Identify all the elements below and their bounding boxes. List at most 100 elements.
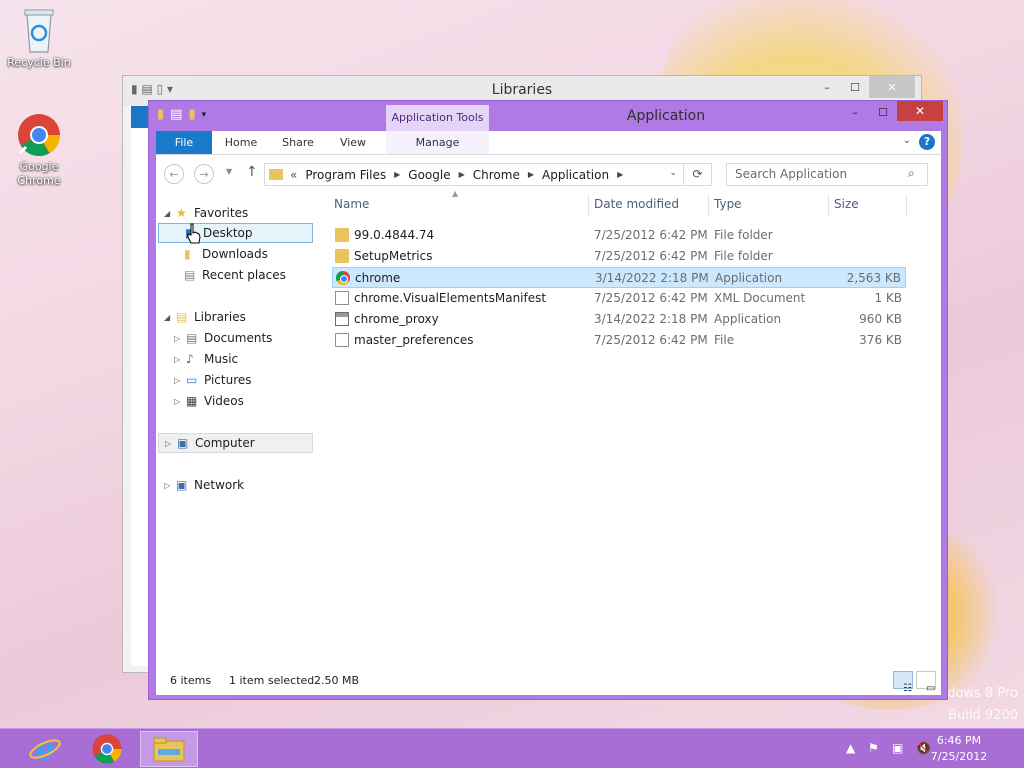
- file-type: Application: [714, 312, 782, 326]
- refresh-icon[interactable]: ⟳: [683, 164, 711, 185]
- breadcrumb-item[interactable]: Application: [542, 168, 609, 182]
- breadcrumb-separator-icon[interactable]: ▶: [394, 170, 400, 179]
- address-dropdown-icon[interactable]: ⌄: [669, 168, 677, 178]
- column-divider[interactable]: [906, 195, 907, 217]
- recent-locations-icon[interactable]: ▼: [226, 167, 232, 176]
- file-date: 3/14/2022 2:18 PM: [595, 271, 709, 285]
- nav-label: Network: [194, 478, 245, 492]
- close-button[interactable]: ✕: [869, 76, 915, 98]
- help-icon[interactable]: ?: [919, 134, 935, 150]
- tab-home[interactable]: Home: [216, 131, 266, 154]
- column-header-date-modified[interactable]: Date modified: [594, 197, 679, 211]
- nav-item-music[interactable]: ▷ ♪ Music: [174, 349, 238, 369]
- nav-label: Desktop: [203, 226, 253, 240]
- file-name: chrome.VisualElementsManifest: [354, 291, 547, 305]
- collapse-arrow-icon[interactable]: ▷: [174, 355, 186, 364]
- expand-arrow-icon[interactable]: ◢: [164, 313, 176, 322]
- maximize-button[interactable]: ☐: [841, 76, 869, 98]
- folder-icon: [335, 249, 349, 263]
- column-header-name[interactable]: Name: [334, 197, 369, 211]
- taskbar-file-explorer[interactable]: [140, 731, 198, 767]
- breadcrumb-item[interactable]: Program Files: [305, 168, 386, 182]
- minimize-button[interactable]: –: [841, 101, 869, 123]
- ribbon-expand-icon[interactable]: ⌄: [903, 135, 911, 146]
- nav-item-desktop[interactable]: ▮ Desktop: [158, 223, 313, 243]
- nav-item-documents[interactable]: ▷ ▤ Documents: [174, 328, 272, 348]
- nav-computer[interactable]: ▷ ▣ Computer: [158, 433, 313, 453]
- maximize-button[interactable]: ☐: [869, 101, 897, 123]
- nav-label: Music: [204, 352, 239, 366]
- action-center-flag-icon[interactable]: ⚑: [868, 741, 879, 755]
- nav-libraries[interactable]: ◢ ▤ Libraries: [164, 307, 246, 327]
- table-row[interactable]: chrome_proxy 3/14/2022 2:18 PM Applicati…: [332, 309, 906, 330]
- file-date: 7/25/2012 6:42 PM: [594, 228, 708, 242]
- nav-item-pictures[interactable]: ▷ ▭ Pictures: [174, 370, 252, 390]
- navigation-pane: ◢ ★ Favorites ▮ Desktop ▮ Downloads ▤ Re…: [156, 191, 316, 665]
- column-divider[interactable]: [588, 195, 589, 217]
- column-divider[interactable]: [708, 195, 709, 217]
- application-window[interactable]: ▮ ▤ ▮ ▾ Application Tools Application – …: [148, 100, 948, 700]
- collapse-arrow-icon[interactable]: ▷: [174, 376, 186, 385]
- address-bar[interactable]: « Program Files ▶ Google ▶ Chrome ▶ Appl…: [264, 163, 712, 186]
- search-icon[interactable]: ⌕: [908, 166, 915, 181]
- file-name: 99.0.4844.74: [354, 228, 435, 242]
- nav-item-videos[interactable]: ▷ ▦ Videos: [174, 391, 244, 411]
- nav-item-downloads[interactable]: ▮ Downloads: [184, 244, 268, 264]
- arrow-left-icon: ←: [169, 167, 179, 181]
- system-clock[interactable]: 6:46 PM 7/25/2012: [924, 733, 994, 765]
- address-overflow[interactable]: «: [290, 168, 297, 182]
- large-icons-view-button[interactable]: ▭: [916, 671, 936, 694]
- breadcrumb-item[interactable]: Chrome: [473, 168, 520, 182]
- file-type: XML Document: [714, 291, 806, 305]
- details-view-button[interactable]: ☷: [893, 671, 913, 694]
- table-row[interactable]: SetupMetrics 7/25/2012 6:42 PM File fold…: [332, 246, 906, 267]
- chrome-icon: [92, 734, 122, 764]
- taskbar-internet-explorer[interactable]: e: [16, 731, 74, 767]
- close-button[interactable]: ✕: [897, 101, 943, 121]
- folder-icon: [335, 228, 349, 242]
- status-bar: 6 items 1 item selected 2.50 MB ☷ ▭: [156, 665, 941, 695]
- table-row[interactable]: master_preferences 7/25/2012 6:42 PM Fil…: [332, 330, 906, 351]
- breadcrumb-separator-icon[interactable]: ▶: [617, 170, 623, 179]
- search-input[interactable]: Search Application: [726, 163, 928, 186]
- network-status-icon[interactable]: ▣: [892, 741, 903, 755]
- sort-ascending-icon: ▲: [452, 189, 459, 198]
- nav-item-recent-places[interactable]: ▤ Recent places: [184, 265, 286, 285]
- show-hidden-icons-icon[interactable]: ▲: [846, 741, 855, 755]
- tab-share[interactable]: Share: [273, 131, 323, 154]
- collapse-arrow-icon[interactable]: ▷: [164, 481, 176, 490]
- file-type: File: [714, 333, 735, 347]
- breadcrumb-separator-icon[interactable]: ▶: [459, 170, 465, 179]
- column-header-type[interactable]: Type: [714, 197, 742, 211]
- up-button[interactable]: ↑: [246, 164, 258, 180]
- forward-button[interactable]: →: [194, 164, 214, 184]
- table-row-selected[interactable]: chrome 3/14/2022 2:18 PM Application 2,5…: [332, 267, 906, 288]
- column-header-size[interactable]: Size: [834, 197, 859, 211]
- tab-file[interactable]: File: [156, 131, 212, 154]
- desktop-icon-google-chrome[interactable]: Google Chrome: [2, 112, 76, 188]
- breadcrumb-separator-icon[interactable]: ▶: [528, 170, 534, 179]
- table-row[interactable]: chrome.VisualElementsManifest 7/25/2012 …: [332, 288, 906, 309]
- taskbar-google-chrome[interactable]: [78, 731, 136, 767]
- downloads-icon: ▮: [184, 247, 191, 261]
- collapse-arrow-icon[interactable]: ▷: [165, 439, 177, 448]
- back-button[interactable]: ←: [164, 164, 184, 184]
- file-type: File folder: [714, 228, 773, 242]
- column-divider[interactable]: [828, 195, 829, 217]
- status-selection: 1 item selected: [229, 674, 315, 687]
- nav-favorites[interactable]: ◢ ★ Favorites: [164, 203, 248, 223]
- breadcrumb-item[interactable]: Google: [408, 168, 450, 182]
- desktop-icon-recycle-bin[interactable]: Recycle Bin: [2, 6, 76, 69]
- file-name: master_preferences: [354, 333, 474, 347]
- expand-arrow-icon[interactable]: ◢: [164, 209, 176, 218]
- minimize-button[interactable]: –: [813, 76, 841, 98]
- nav-network[interactable]: ▷ ▣ Network: [164, 475, 244, 495]
- tab-view[interactable]: View: [330, 131, 376, 154]
- collapse-arrow-icon[interactable]: ▷: [174, 397, 186, 406]
- application-title-bar[interactable]: ▮ ▤ ▮ ▾ Application Tools Application – …: [149, 101, 947, 131]
- collapse-arrow-icon[interactable]: ▷: [174, 334, 186, 343]
- nav-label: Videos: [204, 394, 244, 408]
- ribbon-tabs: File Home Share View Manage ⌄ ?: [156, 131, 941, 155]
- table-row[interactable]: 99.0.4844.74 7/25/2012 6:42 PM File fold…: [332, 225, 906, 246]
- tab-manage[interactable]: Manage: [386, 131, 489, 154]
